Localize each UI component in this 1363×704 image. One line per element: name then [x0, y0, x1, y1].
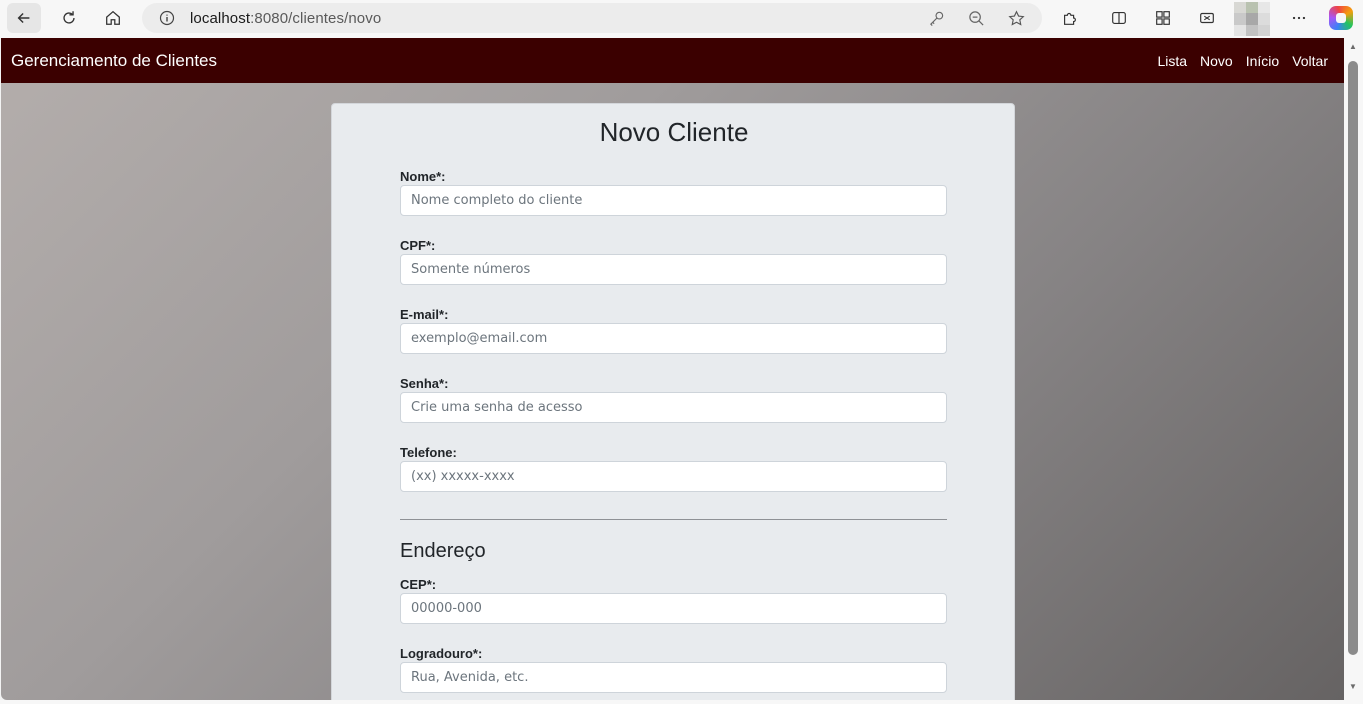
logradouro-input[interactable]	[400, 662, 947, 693]
address-bar[interactable]: localhost:8080/clientes/novo	[142, 3, 1042, 33]
split-screen-icon	[1112, 12, 1126, 24]
cep-label: CEP*:	[400, 577, 437, 592]
extensions-button[interactable]	[1053, 3, 1087, 33]
star-icon[interactable]	[1008, 10, 1025, 27]
reload-button[interactable]	[52, 3, 86, 33]
nav-link-novo[interactable]: Novo	[1200, 53, 1233, 69]
info-icon[interactable]	[159, 10, 175, 26]
back-button[interactable]	[7, 3, 41, 33]
profile-avatar[interactable]	[1234, 2, 1270, 36]
scroll-down-icon[interactable]: ▼	[1349, 682, 1357, 691]
key-icon[interactable]	[928, 10, 945, 27]
page-viewport: Gerenciamento de Clientes Lista Novo Iní…	[1, 38, 1344, 700]
split-screen-button[interactable]	[1102, 3, 1136, 33]
email-label: E-mail*:	[400, 307, 449, 322]
logradouro-label: Logradouro*:	[400, 646, 483, 661]
cep-field: CEP*:	[400, 577, 947, 624]
zoom-out-icon[interactable]	[968, 10, 985, 27]
section-divider	[400, 519, 947, 520]
cpf-input[interactable]	[400, 254, 947, 285]
senha-field: Senha*:	[400, 376, 947, 423]
window-bottom-edge	[0, 700, 1363, 704]
browser-toolbar: localhost:8080/clientes/novo	[0, 0, 1363, 38]
scrollbar-thumb[interactable]	[1348, 61, 1358, 655]
email-input[interactable]	[400, 323, 947, 354]
senha-input[interactable]	[400, 392, 947, 423]
cep-input[interactable]	[400, 593, 947, 624]
more-button[interactable]	[1282, 3, 1316, 33]
telefone-label: Telefone:	[400, 445, 457, 460]
nome-label: Nome*:	[400, 169, 446, 184]
telefone-field: Telefone:	[400, 445, 947, 492]
reload-icon	[63, 11, 75, 24]
home-icon	[106, 10, 120, 25]
brand-title[interactable]: Gerenciamento de Clientes	[11, 51, 217, 71]
email-field: E-mail*:	[400, 307, 947, 354]
home-button[interactable]	[96, 3, 130, 33]
form-title: Novo Cliente	[599, 117, 749, 147]
logradouro-field: Logradouro*:	[400, 646, 947, 693]
arrow-left-icon	[17, 12, 30, 24]
copilot-icon[interactable]	[1329, 6, 1353, 30]
nome-input[interactable]	[400, 185, 947, 216]
nav-links: Lista Novo Início Voltar	[1157, 53, 1328, 69]
scroll-up-icon[interactable]: ▲	[1349, 42, 1357, 51]
cpf-label: CPF*:	[400, 238, 436, 253]
nav-link-lista[interactable]: Lista	[1157, 53, 1187, 69]
senha-label: Senha*:	[400, 376, 449, 391]
nav-link-voltar[interactable]: Voltar	[1292, 53, 1328, 69]
vertical-scrollbar[interactable]: ▲ ▼	[1344, 38, 1363, 700]
url-text: localhost:8080/clientes/novo	[190, 10, 382, 27]
cpf-field: CPF*:	[400, 238, 947, 285]
telefone-input[interactable]	[400, 461, 947, 492]
screenshot-icon	[1200, 12, 1214, 24]
more-dots-icon	[1292, 16, 1306, 20]
navbar: Gerenciamento de Clientes Lista Novo Iní…	[1, 38, 1344, 83]
collections-button[interactable]	[1146, 3, 1180, 33]
nav-link-inicio[interactable]: Início	[1246, 53, 1279, 69]
nome-field: Nome*:	[400, 169, 947, 216]
address-section-title: Endereço	[400, 540, 486, 562]
collections-icon	[1156, 11, 1170, 25]
client-form-card: Novo Cliente Nome*: CPF*: E-mail*: Senha…	[331, 103, 1015, 700]
puzzle-icon	[1064, 12, 1076, 25]
screenshot-button[interactable]	[1190, 3, 1224, 33]
